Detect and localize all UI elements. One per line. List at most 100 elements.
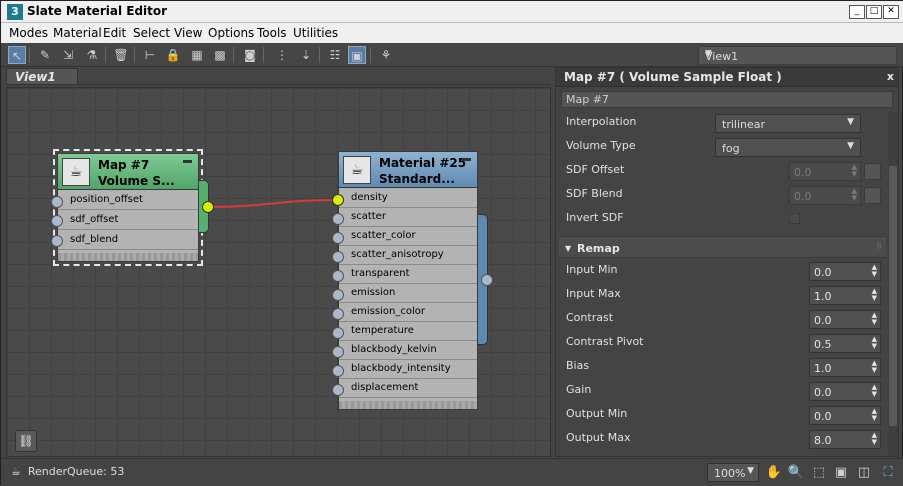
menu-options[interactable]: Options xyxy=(208,26,254,40)
sdf-offset-spinner[interactable]: 0.0 ▲ ▼ xyxy=(789,162,861,181)
input-socket[interactable] xyxy=(51,235,63,247)
spinner-value: 0.0 xyxy=(814,266,832,279)
input-socket[interactable] xyxy=(332,384,344,396)
chevron-down-icon: ▼ xyxy=(847,141,854,151)
layout-children-icon[interactable]: ⇣ xyxy=(297,46,315,64)
input-socket[interactable] xyxy=(332,270,344,282)
input-socket[interactable] xyxy=(51,215,63,227)
slot-displacement: displacement xyxy=(339,379,477,398)
input-socket[interactable] xyxy=(332,365,344,377)
remap-rollout-header[interactable]: ▼ Remap ⠿ xyxy=(559,238,886,258)
pick-material-icon[interactable]: ✎ xyxy=(36,46,54,64)
contrast-pivot-spinner[interactable]: 0.5 ▲ ▼ xyxy=(809,334,881,353)
checker-background-icon[interactable]: ▩ xyxy=(211,46,229,64)
input-socket[interactable] xyxy=(332,251,344,263)
minimize-node-icon[interactable] xyxy=(183,160,192,163)
map-name-field[interactable]: Map #7 xyxy=(561,91,893,108)
volume-type-dropdown[interactable]: fog ▼ xyxy=(715,138,861,157)
sdf-offset-value: 0.0 xyxy=(794,166,812,179)
node-header[interactable]: ☕ Map #7 Volume S... xyxy=(58,154,198,190)
node-footer xyxy=(339,401,477,409)
zoom-extents-all-icon[interactable]: ⛶ xyxy=(879,464,897,482)
node-canvas[interactable]: ☕ Map #7 Volume S... position_offset sdf… xyxy=(6,87,551,457)
move-children-icon[interactable]: ⊢ xyxy=(141,46,159,64)
input-socket[interactable] xyxy=(332,308,344,320)
output-socket[interactable] xyxy=(202,201,214,213)
spinner-value: 0.0 xyxy=(814,410,832,423)
sdf-blend-map-button[interactable] xyxy=(864,187,881,204)
input-socket-density[interactable] xyxy=(332,194,344,206)
invert-sdf-checkbox[interactable] xyxy=(789,213,800,224)
zoom-extents-icon[interactable]: ▣ xyxy=(832,464,850,482)
input-socket[interactable] xyxy=(332,232,344,244)
remap-label: Input Max xyxy=(566,287,621,300)
view-selector-dropdown[interactable]: View1 ▼ xyxy=(698,46,897,65)
select-tool-icon[interactable]: ↖ xyxy=(8,46,26,64)
spinner-arrows-icon: ▲ ▼ xyxy=(871,311,877,326)
lock-icon[interactable]: 🔒 xyxy=(164,46,182,64)
chevron-down-icon: ▼ xyxy=(747,466,754,476)
input-max-spinner[interactable]: 1.0 ▲ ▼ xyxy=(809,286,881,305)
slot-position-offset: position_offset xyxy=(58,191,198,210)
interpolation-label: Interpolation xyxy=(566,115,637,128)
zoom-region-icon[interactable]: ⬚ xyxy=(810,464,828,482)
show-map-icon[interactable]: ◙ xyxy=(241,46,259,64)
panel-scrollbar-thumb[interactable] xyxy=(889,166,897,426)
menu-select[interactable]: Select xyxy=(133,26,170,40)
layout-all-icon[interactable]: ⋮ xyxy=(273,46,291,64)
minimize-icon[interactable]: _ xyxy=(849,5,865,19)
bias-spinner[interactable]: 1.0 ▲ ▼ xyxy=(809,358,881,377)
delete-icon[interactable]: 🗑 xyxy=(112,46,130,64)
interpolation-value: trilinear xyxy=(722,118,766,131)
contrast-spinner[interactable]: 0.0 ▲ ▼ xyxy=(809,310,881,329)
gain-spinner[interactable]: 0.0 ▲ ▼ xyxy=(809,382,881,401)
spinner-arrows-icon: ▲ ▼ xyxy=(871,383,877,398)
tab-view1[interactable]: View1 xyxy=(6,68,78,85)
output-socket[interactable] xyxy=(481,274,493,286)
navigator-icon[interactable]: ⛓ xyxy=(15,430,37,452)
menu-material[interactable]: Material xyxy=(53,26,102,40)
parameter-editor-icon[interactable]: ▣ xyxy=(348,46,366,64)
material-map-browser-icon[interactable]: ☷ xyxy=(326,46,344,64)
wire-map7-to-density[interactable] xyxy=(207,199,338,208)
node-subtitle: Standard... xyxy=(379,172,455,186)
sdf-blend-spinner[interactable]: 0.0 ▲ ▼ xyxy=(789,186,861,205)
maximize-icon[interactable]: □ xyxy=(866,5,882,19)
close-panel-icon[interactable]: x xyxy=(887,70,894,83)
input-socket[interactable] xyxy=(332,213,344,225)
input-socket[interactable] xyxy=(332,289,344,301)
node-material25[interactable]: ☕ Material #25 Standard... density scatt… xyxy=(338,151,478,410)
background-icon[interactable]: ▦ xyxy=(188,46,206,64)
sdf-offset-map-button[interactable] xyxy=(864,163,881,180)
output-min-spinner[interactable]: 0.0 ▲ ▼ xyxy=(809,406,881,425)
select-by-material-icon[interactable]: ⚘ xyxy=(377,46,395,64)
close-icon[interactable]: ✕ xyxy=(883,5,899,19)
menu-modes[interactable]: Modes xyxy=(9,26,48,40)
spinner-value: 8.0 xyxy=(814,434,832,447)
input-socket[interactable] xyxy=(51,196,63,208)
node-footer xyxy=(58,253,198,261)
input-min-spinner[interactable]: 0.0 ▲ ▼ xyxy=(809,262,881,281)
zoom-extents-selected-icon[interactable]: ◫ xyxy=(855,464,873,482)
input-socket[interactable] xyxy=(332,327,344,339)
parameter-editor-panel: Map #7 ( Volume Sample Float ) x Map #7 … xyxy=(555,67,899,457)
spinner-value: 0.0 xyxy=(814,314,832,327)
menu-edit[interactable]: Edit xyxy=(103,26,126,40)
assign-to-selection-icon[interactable]: ⚗ xyxy=(83,46,101,64)
invert-sdf-label: Invert SDF xyxy=(566,211,624,224)
title-bar: 3 Slate Material Editor _ □ ✕ xyxy=(1,1,903,23)
pan-hand-icon[interactable]: ✋ xyxy=(765,464,783,482)
map-name-value: Map #7 xyxy=(566,93,609,106)
node-map7[interactable]: ☕ Map #7 Volume S... position_offset sdf… xyxy=(57,153,199,262)
zoom-icon[interactable]: 🔍 xyxy=(787,464,805,482)
put-to-scene-icon[interactable]: ⇲ xyxy=(59,46,77,64)
menu-view[interactable]: View xyxy=(174,26,202,40)
output-max-spinner[interactable]: 8.0 ▲ ▼ xyxy=(809,430,881,449)
minimize-node-icon[interactable] xyxy=(462,158,471,161)
interpolation-dropdown[interactable]: trilinear ▼ xyxy=(715,114,861,133)
node-header[interactable]: ☕ Material #25 Standard... xyxy=(339,152,477,188)
input-socket[interactable] xyxy=(332,346,344,358)
menu-utilities[interactable]: Utilities xyxy=(293,26,338,40)
zoom-dropdown[interactable]: 100% ▼ xyxy=(707,463,759,482)
menu-tools[interactable]: Tools xyxy=(257,26,287,40)
